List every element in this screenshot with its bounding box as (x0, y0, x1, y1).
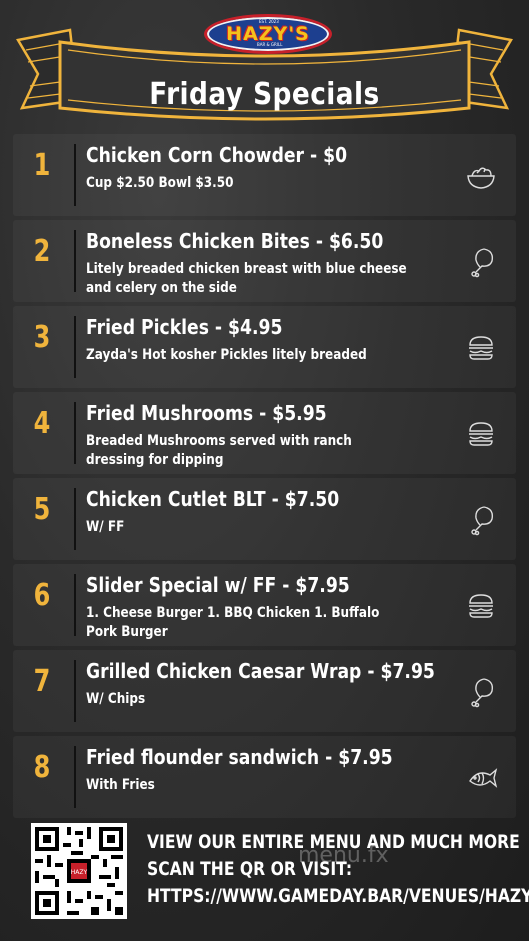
menu-item-8: 8 Fried flounder sandwich - $7.95 With F… (13, 736, 516, 818)
menu-item-1: 1 Chicken Corn Chowder - $0 Cup $2.50 Bo… (13, 134, 516, 216)
item-number: 7 (33, 664, 51, 699)
item-name: Fried Pickles - $4.95 (86, 315, 283, 339)
menu-board: EST. 2023 HAZY'S BAR & GRILL Friday Spec… (0, 0, 529, 941)
page-title: Friday Specials (149, 77, 380, 112)
item-description: 1. Cheese Burger 1. BBQ Chicken 1. Buffa… (86, 605, 380, 640)
hazys-logo: EST. 2023 HAZY'S BAR & GRILL (204, 14, 332, 54)
menu-item-7: 7 Grilled Chicken Caesar Wrap - $7.95 W/… (13, 650, 516, 732)
divider (74, 230, 76, 292)
item-description: Zayda's Hot kosher Pickles litely breade… (86, 347, 367, 363)
footer: HAZY View our entire menu and much more … (13, 815, 529, 927)
watermark: menu.fx (298, 843, 389, 868)
logo-est-text: EST. 2023 (259, 19, 279, 24)
chicken-leg-icon (464, 675, 498, 709)
burger-icon (464, 331, 498, 365)
footer-url-link[interactable]: https://www.gameday.bar/venues/hazy (147, 883, 529, 910)
item-number: 5 (33, 492, 51, 527)
chicken-leg-icon (464, 245, 498, 279)
item-name: Boneless Chicken Bites - $6.50 (86, 229, 384, 253)
divider (74, 316, 76, 378)
item-name: Fried Mushrooms - $5.95 (86, 401, 327, 425)
logo-bar-grill-text: BAR & GRILL (257, 42, 283, 47)
menu-item-6: 6 Slider Special w/ FF - $7.95 1. Cheese… (13, 564, 516, 646)
footer-text: View our entire menu and much more scan … (147, 829, 529, 910)
menu-item-3: 3 Fried Pickles - $4.95 Zayda's Hot kosh… (13, 306, 516, 388)
item-name: Chicken Corn Chowder - $0 (86, 143, 348, 167)
menu-item-5: 5 Chicken Cutlet BLT - $7.50 W/ FF (13, 478, 516, 560)
divider (74, 488, 76, 550)
chicken-leg-icon (464, 503, 498, 537)
item-description: Breaded Mushrooms served with ranch dres… (86, 433, 352, 468)
item-name: Grilled Chicken Caesar Wrap - $7.95 (86, 659, 435, 683)
item-number: 1 (33, 148, 51, 183)
divider (74, 746, 76, 808)
item-description: With Fries (86, 777, 155, 793)
item-number: 8 (33, 750, 51, 785)
divider (74, 144, 76, 206)
qr-code[interactable]: HAZY (31, 823, 127, 919)
item-description: W/ Chips (86, 691, 146, 707)
salad-bowl-icon (464, 159, 498, 193)
qr-center-logo: HAZY (71, 869, 88, 876)
item-description: W/ FF (86, 519, 125, 535)
burger-icon (464, 589, 498, 623)
menu-item-2: 2 Boneless Chicken Bites - $6.50 Litely … (13, 220, 516, 302)
item-number: 4 (33, 406, 51, 441)
item-name: Fried flounder sandwich - $7.95 (86, 745, 393, 769)
item-number: 6 (33, 578, 51, 613)
item-name: Slider Special w/ FF - $7.95 (86, 573, 350, 597)
item-name: Chicken Cutlet BLT - $7.50 (86, 487, 340, 511)
divider (74, 660, 76, 722)
item-number: 3 (33, 320, 51, 355)
fish-icon (464, 761, 498, 795)
burger-icon (464, 417, 498, 451)
divider (74, 402, 76, 464)
divider (74, 574, 76, 636)
item-description: Litely breaded chicken breast with blue … (86, 261, 407, 296)
menu-item-4: 4 Fried Mushrooms - $5.95 Breaded Mushro… (13, 392, 516, 474)
item-description: Cup $2.50 Bowl $3.50 (86, 175, 234, 191)
item-number: 2 (33, 234, 51, 269)
